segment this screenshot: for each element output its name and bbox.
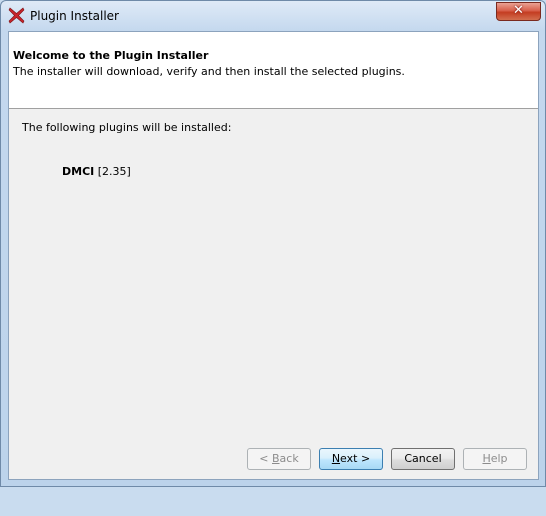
plugins-intro-label: The following plugins will be installed: xyxy=(22,121,232,134)
cancel-button[interactable]: Cancel xyxy=(391,448,455,470)
wizard-header: Welcome to the Plugin Installer The inst… xyxy=(9,32,538,109)
next-button[interactable]: Next > xyxy=(319,448,383,470)
next-button-mnemonic: N xyxy=(331,452,341,465)
close-icon: ✕ xyxy=(513,3,524,18)
help-button-mnemonic: H xyxy=(482,452,491,465)
header-description: The installer will download, verify and … xyxy=(13,65,405,78)
plugin-list-item: DMCI [2.35] xyxy=(62,165,131,178)
installer-window: Plugin Installer ✕ Welcome to the Plugin… xyxy=(0,0,546,487)
header-title: Welcome to the Plugin Installer xyxy=(13,49,209,62)
back-button-mnemonic: B xyxy=(272,452,280,465)
next-button-rest: ext > xyxy=(340,452,371,465)
back-button-prefix: < xyxy=(259,452,272,465)
window-title: Plugin Installer xyxy=(30,9,119,23)
plugin-name: DMCI xyxy=(62,165,95,178)
title-bar[interactable]: Plugin Installer ✕ xyxy=(1,1,545,31)
app-x-icon xyxy=(8,7,25,24)
plugin-version: [2.35] xyxy=(97,165,131,178)
back-button[interactable]: < Back xyxy=(247,448,311,470)
help-button[interactable]: Help xyxy=(463,448,527,470)
back-button-rest: ack xyxy=(279,452,299,465)
dialog-client-area: Welcome to the Plugin Installer The inst… xyxy=(8,31,539,480)
help-button-rest: elp xyxy=(490,452,508,465)
close-button[interactable]: ✕ xyxy=(496,2,541,21)
